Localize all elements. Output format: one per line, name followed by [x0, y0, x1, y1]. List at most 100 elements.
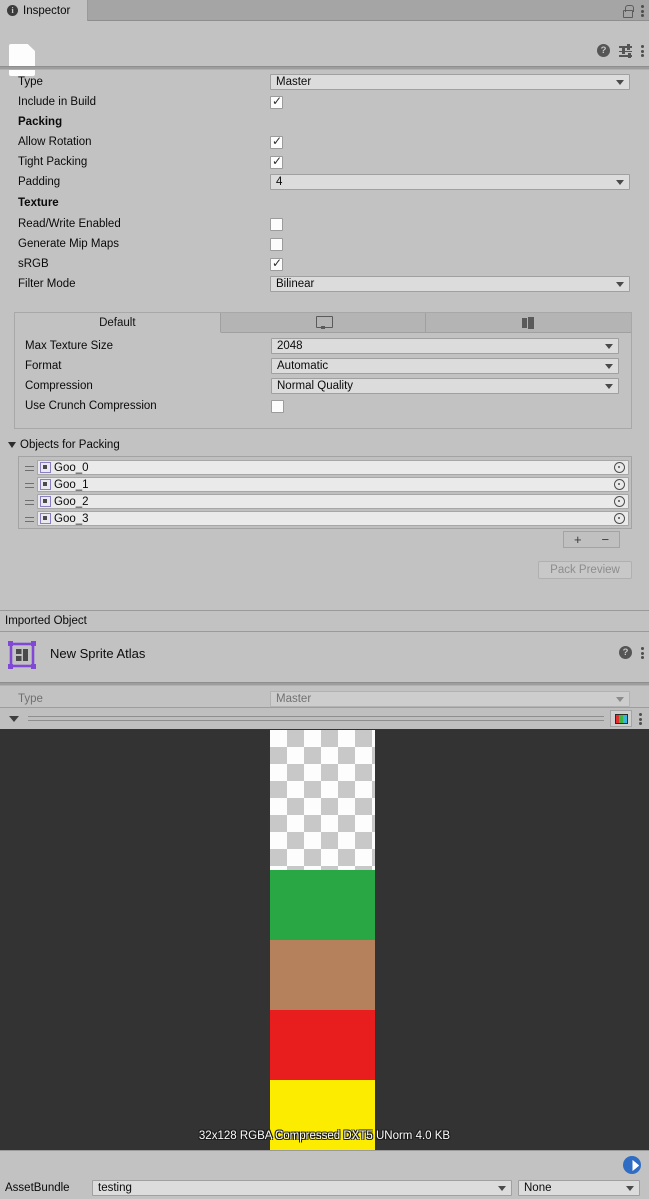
checkbox-include-in-build[interactable] — [270, 94, 283, 109]
platform-tab-default[interactable]: Default — [15, 313, 221, 333]
texture-preview-area[interactable]: 32x128 RGBA Compressed DXT5 UNorm 4.0 KB — [0, 729, 649, 1150]
label-tight-packing: Tight Packing — [18, 156, 88, 168]
row-packing-header: Packing — [0, 112, 649, 132]
properties-area: Type Master Include in Build Packing All… — [0, 72, 649, 294]
dropdown-max-texture-size[interactable]: 2048 — [271, 338, 619, 354]
chevron-down-icon[interactable] — [9, 715, 19, 722]
imported-object-divider — [0, 682, 649, 686]
row-filter-mode: Filter Mode Bilinear — [0, 274, 649, 294]
row-allow-rotation: Allow Rotation — [0, 132, 649, 152]
label-srgb: sRGB — [18, 258, 49, 270]
drag-handle-icon[interactable] — [21, 476, 37, 493]
mip-level-slider[interactable] — [28, 715, 604, 723]
kebab-menu-icon[interactable] — [639, 712, 643, 725]
lock-icon[interactable] — [621, 4, 634, 18]
object-field[interactable]: Goo_0 — [37, 460, 629, 475]
row-generate-mip-maps: Generate Mip Maps — [0, 234, 649, 254]
object-field[interactable]: Goo_2 — [37, 494, 629, 509]
tab-inspector[interactable]: i Inspector — [0, 0, 88, 21]
row-srgb: sRGB — [0, 254, 649, 274]
dropdown-type[interactable]: Master — [270, 74, 630, 90]
band-transparent-checker — [270, 730, 375, 870]
chevron-down-icon — [605, 384, 613, 389]
checkbox-use-crunch-compression[interactable] — [271, 399, 284, 413]
asset-label-tag-icon[interactable] — [623, 1156, 641, 1174]
help-icon[interactable]: ? — [597, 44, 610, 57]
rgba-channels-icon — [614, 713, 628, 724]
row-max-texture-size: Max Texture Size 2048 — [15, 336, 631, 356]
chevron-down-icon — [605, 364, 613, 369]
label-type: Type — [18, 76, 43, 88]
object-field-value: Goo_0 — [54, 461, 89, 474]
object-picker-icon[interactable] — [614, 513, 625, 524]
list-item[interactable]: Goo_2 — [21, 493, 629, 510]
preview-status-text: 32x128 RGBA Compressed DXT5 UNorm 4.0 KB — [198, 1130, 451, 1142]
row-tight-packing: Tight Packing — [0, 152, 649, 172]
checkbox-generate-mip-maps[interactable] — [270, 237, 283, 251]
label-format: Format — [25, 360, 62, 372]
object-field[interactable]: Goo_3 — [37, 511, 629, 526]
checkbox-tight-packing[interactable] — [270, 154, 283, 169]
dropdown-compression[interactable]: Normal Quality — [271, 378, 619, 394]
dropdown-filter-mode[interactable]: Bilinear — [270, 276, 630, 292]
drag-handle-icon[interactable] — [21, 510, 37, 527]
kebab-menu-icon[interactable] — [641, 4, 645, 17]
chevron-down-icon — [605, 344, 613, 349]
foldout-objects-for-packing[interactable]: Objects for Packing — [8, 439, 120, 451]
help-icon[interactable]: ? — [619, 646, 632, 659]
ghost-label-type: Type — [18, 693, 43, 705]
row-padding: Padding 4 — [0, 172, 649, 192]
object-picker-icon[interactable] — [614, 479, 625, 490]
platform-tab-standalone[interactable] — [220, 313, 427, 333]
row-format: Format Automatic — [15, 356, 631, 376]
row-read-write-enabled: Read/Write Enabled — [0, 214, 649, 234]
remove-item-button[interactable]: − — [601, 532, 609, 547]
pack-preview-button-label: Pack Preview — [550, 564, 620, 576]
sprite-icon — [40, 479, 51, 490]
rgba-channels-button[interactable] — [610, 710, 632, 727]
platform-settings-box: Default Max Texture Size 2048 Format Aut… — [14, 312, 632, 429]
kebab-menu-icon[interactable] — [641, 646, 645, 659]
drag-handle-icon[interactable] — [21, 459, 37, 476]
list-item[interactable]: Goo_3 — [21, 510, 629, 527]
dropdown-padding[interactable]: 4 — [270, 174, 630, 190]
label-include-in-build: Include in Build — [18, 96, 96, 108]
dropdown-padding-value: 4 — [276, 176, 283, 188]
label-generate-mip-maps: Generate Mip Maps — [18, 238, 119, 250]
object-field-value: Goo_3 — [54, 512, 89, 525]
sprite-icon — [40, 513, 51, 524]
checkbox-allow-rotation[interactable] — [270, 134, 283, 149]
row-compression: Compression Normal Quality — [15, 376, 631, 396]
kebab-menu-icon[interactable] — [641, 44, 645, 57]
checkbox-srgb[interactable] — [270, 256, 283, 271]
drag-handle-icon[interactable] — [21, 493, 37, 510]
object-field[interactable]: Goo_1 — [37, 477, 629, 492]
monitor-icon — [315, 316, 333, 329]
dropdown-assetbundle-variant[interactable]: None — [518, 1180, 640, 1196]
header-texture: Texture — [18, 197, 59, 209]
band-green — [270, 870, 375, 940]
platform-tab-windows[interactable] — [426, 313, 632, 333]
object-field-value: Goo_1 — [54, 478, 89, 491]
list-item[interactable]: Goo_1 — [21, 476, 629, 493]
object-picker-icon[interactable] — [614, 462, 625, 473]
row-use-crunch-compression: Use Crunch Compression — [15, 396, 631, 416]
list-item[interactable]: Goo_0 — [21, 459, 629, 476]
foldout-objects-for-packing-label: Objects for Packing — [20, 439, 120, 451]
chevron-down-icon — [616, 180, 624, 185]
sprite-atlas-preview-image — [270, 730, 375, 1150]
label-read-write-enabled: Read/Write Enabled — [18, 218, 121, 230]
checkbox-read-write-enabled[interactable] — [270, 217, 283, 231]
dropdown-filter-mode-value: Bilinear — [276, 278, 315, 290]
object-picker-icon[interactable] — [614, 496, 625, 507]
dropdown-assetbundle[interactable]: testing — [92, 1180, 512, 1196]
preset-settings-icon[interactable] — [619, 44, 632, 59]
label-use-crunch-compression: Use Crunch Compression — [25, 400, 157, 412]
dropdown-format[interactable]: Automatic — [271, 358, 619, 374]
object-field-value: Goo_2 — [54, 495, 89, 508]
assetbundle-label: AssetBundle — [5, 1182, 70, 1194]
add-item-button[interactable]: + — [574, 532, 582, 547]
ghost-type-row: Type Master — [0, 690, 649, 708]
tab-inspector-label: Inspector — [23, 4, 71, 17]
pack-preview-button[interactable]: Pack Preview — [538, 561, 632, 579]
